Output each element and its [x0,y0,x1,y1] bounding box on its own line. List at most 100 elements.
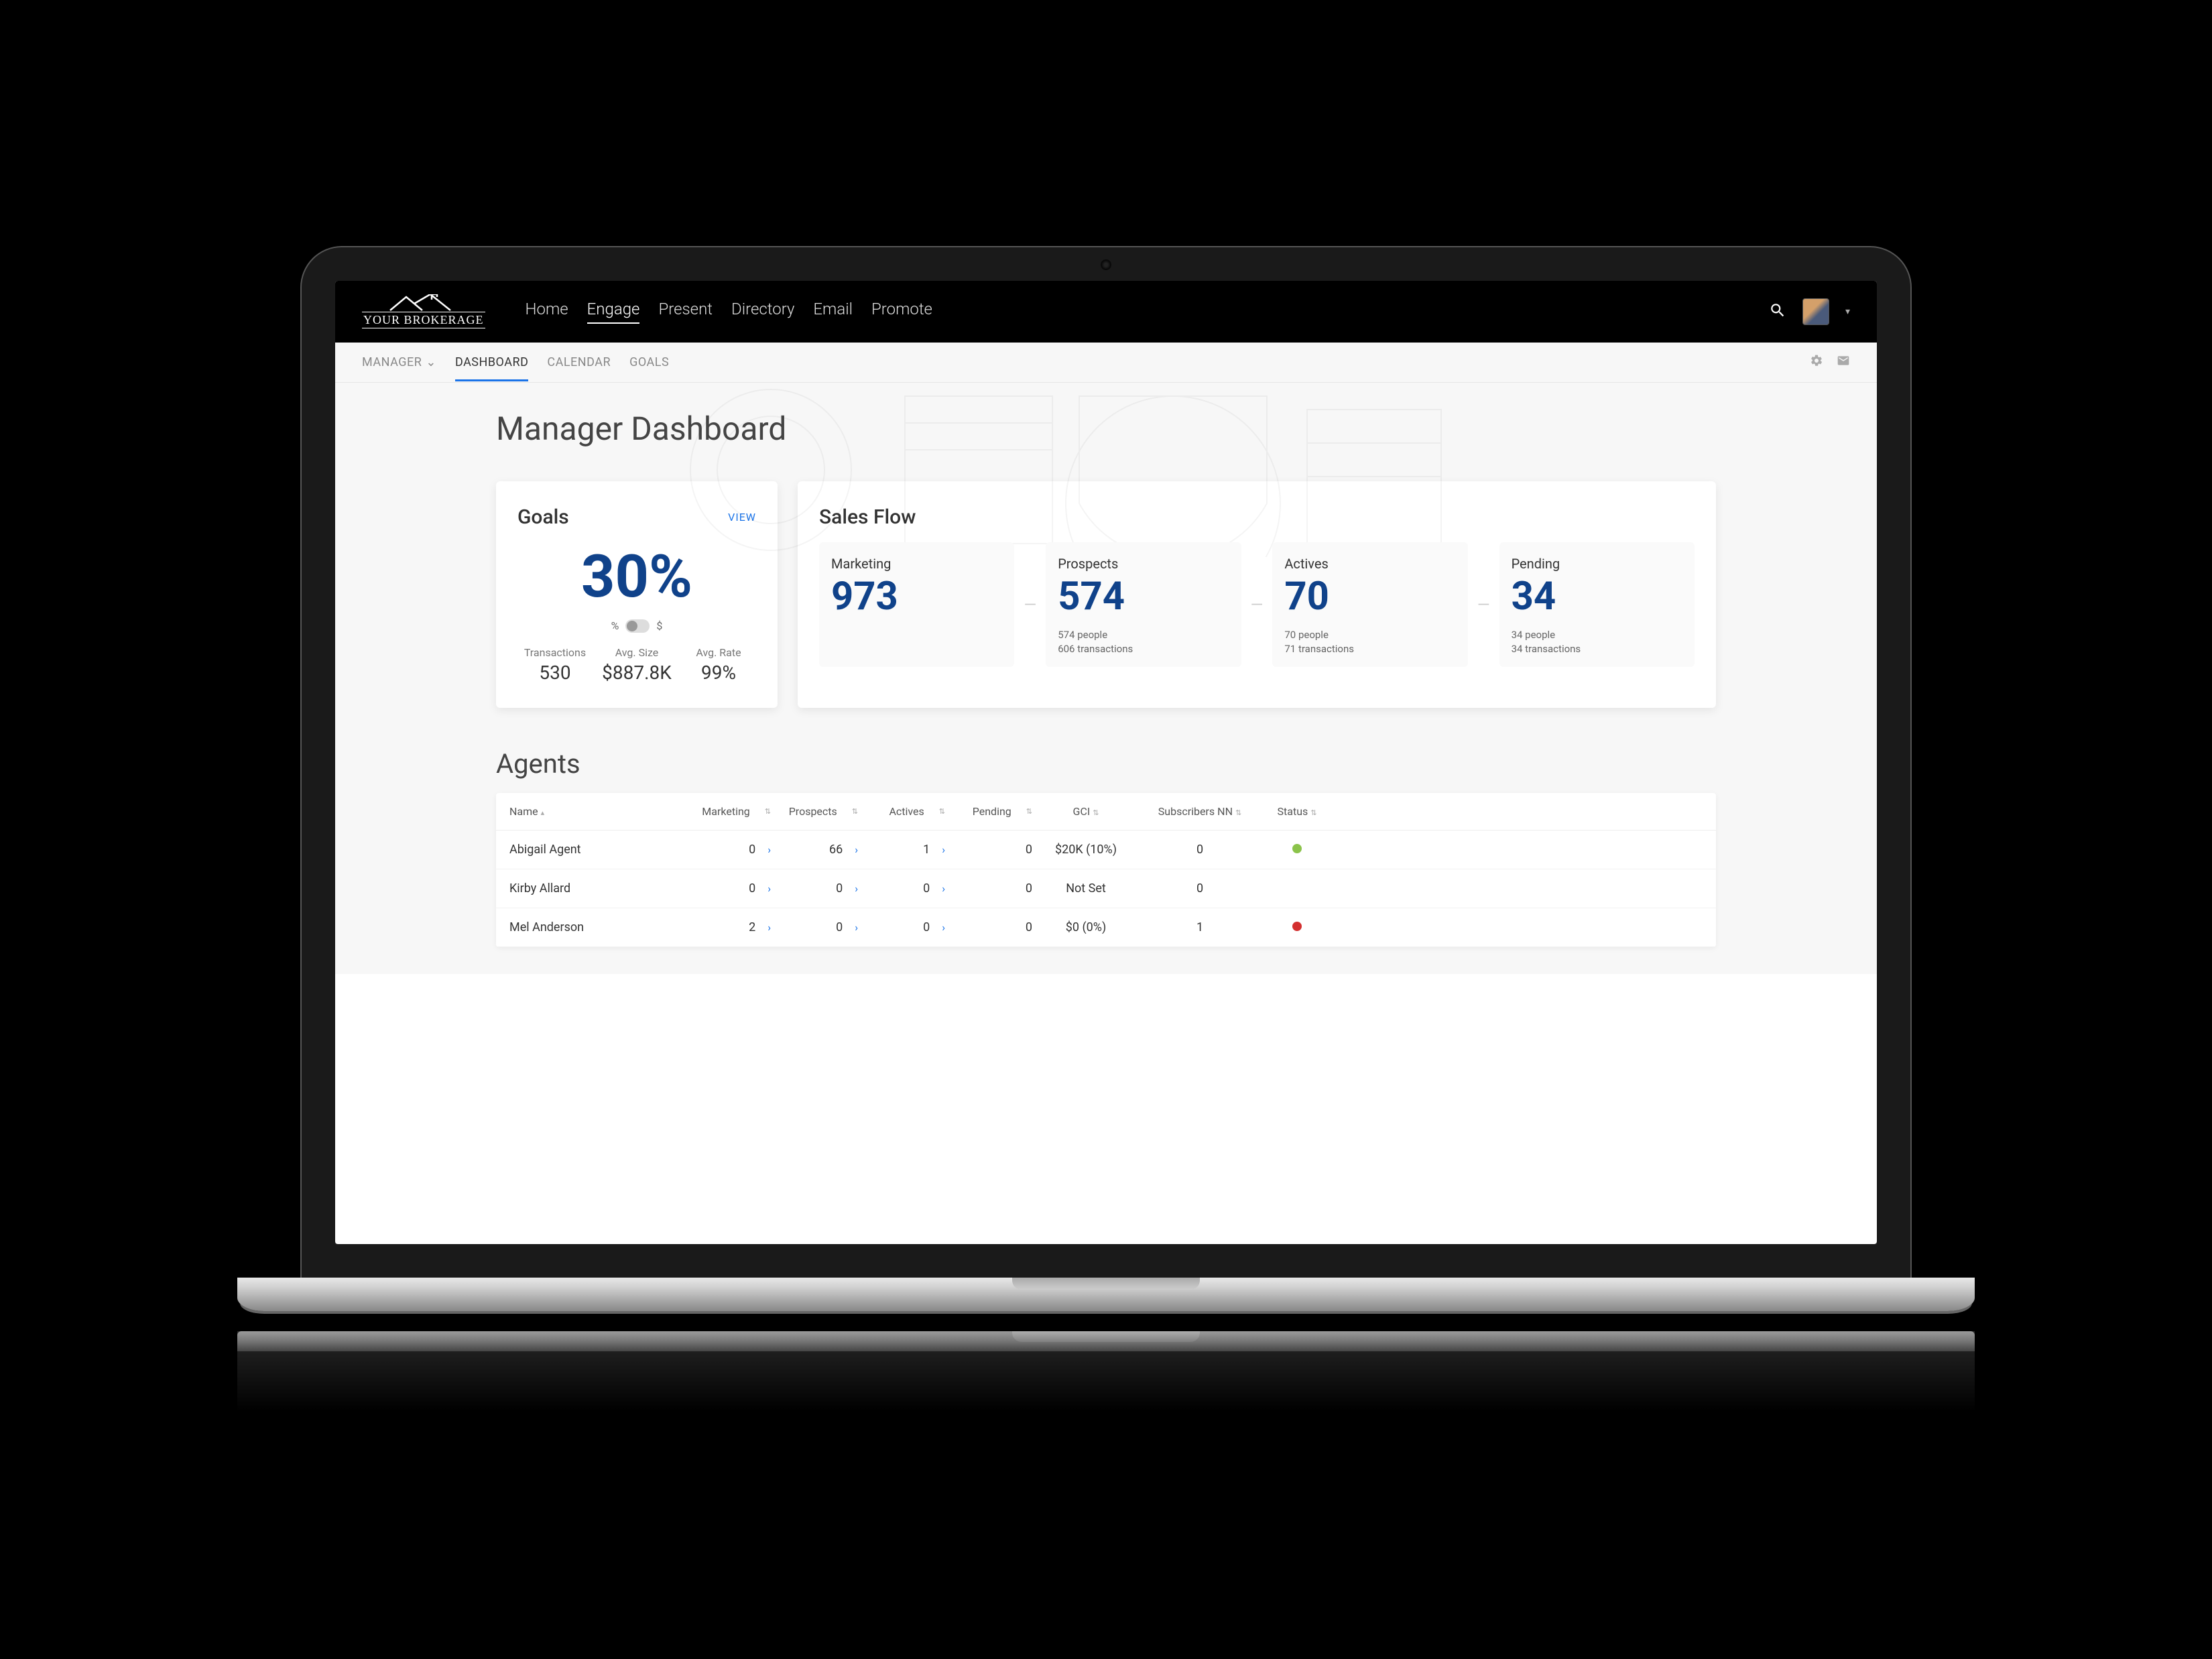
user-avatar[interactable] [1802,298,1829,325]
nav-present[interactable]: Present [658,300,713,324]
stat-value: 99% [681,662,756,684]
col-header-subscribers[interactable]: Subscribers NN⇅ [1140,805,1260,818]
flow-stage-marketing[interactable]: Marketing 973 [819,542,1014,667]
cell-value: 0 [923,881,930,896]
flow-value: 34 [1512,577,1682,616]
user-menu-caret-icon[interactable]: ▾ [1845,306,1850,317]
primary-nav: Home Engage Present Directory Email Prom… [526,300,932,324]
stat-value: 530 [517,662,593,684]
flow-separator-icon: — [1251,542,1264,667]
nav-directory[interactable]: Directory [731,300,794,324]
table-row[interactable]: Kirby Allard 0› 0› 0› 0 Not Set 0 [496,869,1716,908]
sort-icon: ▴ [541,808,545,817]
flow-stage-actives[interactable]: Actives 70 70 people 71 transactions [1272,542,1467,667]
cell-value: 0 [1026,920,1032,934]
top-bar: YOUR BROKERAGE Home Engage Present Direc… [335,281,1877,343]
flow-sub: 574 people 606 transactions [1058,628,1229,656]
stat-value: $887.8K [599,662,674,684]
col-header-prospects[interactable]: Prospects⇅ [771,805,858,818]
flow-separator-icon: — [1024,542,1036,667]
flow-stage-pending[interactable]: Pending 34 34 people 34 transactions [1499,542,1695,667]
cell-value: 1 [923,843,930,857]
stat-label: Avg. Rate [681,646,756,659]
cell-value: $20K (10%) [1032,843,1140,857]
settings-icon[interactable] [1810,354,1823,371]
cell-value: 0 [749,881,755,896]
agents-table-header: Name▴ Marketing⇅ Prospects⇅ Actives⇅ Pen… [496,793,1716,831]
col-header-actives[interactable]: Actives⇅ [858,805,945,818]
search-icon[interactable] [1769,302,1786,322]
brand-name: YOUR BROKERAGE [362,312,485,328]
sort-icon: ⇅ [852,807,858,816]
col-header-marketing[interactable]: Marketing⇅ [684,805,771,818]
sort-icon: ⇅ [1026,807,1032,816]
subnav-manager-label: MANAGER [362,355,422,369]
goals-stat-avg-rate: Avg. Rate 99% [681,646,756,684]
subnav-goals[interactable]: GOALS [629,343,669,381]
app-window: YOUR BROKERAGE Home Engage Present Direc… [335,281,1877,1245]
flow-label: Actives [1284,556,1455,572]
laptop-notch [1012,1278,1200,1290]
table-row[interactable]: Abigail Agent 0› 66› 1› 0 $20K (10%) 0 [496,831,1716,869]
sort-icon: ⇅ [765,807,771,816]
agents-title: Agents [496,748,1716,780]
nav-home[interactable]: Home [526,300,568,324]
flow-label: Pending [1512,556,1682,572]
cell-value: Not Set [1032,881,1140,896]
percent-dollar-toggle[interactable] [625,619,650,633]
flow-value: 574 [1058,577,1229,616]
chevron-down-icon: ⌄ [426,355,436,369]
agent-name: Kirby Allard [509,881,684,896]
flow-value: 973 [831,577,1002,616]
sort-icon: ⇅ [939,807,945,816]
subnav-manager-dropdown[interactable]: MANAGER ⌄ [362,343,436,381]
col-header-name[interactable]: Name▴ [509,805,684,818]
col-header-pending[interactable]: Pending⇅ [945,805,1032,818]
agents-table: Name▴ Marketing⇅ Prospects⇅ Actives⇅ Pen… [496,793,1716,947]
col-header-gci[interactable]: GCI⇅ [1032,805,1140,818]
sub-nav: MANAGER ⌄ DASHBOARD CALENDAR GOALS [335,343,1877,383]
cell-value: 0 [1140,843,1260,857]
main-content: Manager Dashboard Goals VIEW 30% % $ [335,383,1877,974]
flow-separator-icon: — [1477,542,1490,667]
nav-promote[interactable]: Promote [871,300,932,324]
status-dot-icon [1292,844,1302,853]
cell-value: 0 [923,920,930,934]
cell-value: $0 (0%) [1032,920,1140,934]
flow-value: 70 [1284,577,1455,616]
logo-roof-icon [383,294,464,312]
nav-engage[interactable]: Engage [587,300,640,324]
flow-label: Marketing [831,556,1002,572]
laptop-mockup: YOUR BROKERAGE Home Engage Present Direc… [302,247,1910,1412]
laptop-reflection [237,1331,1975,1412]
sort-icon: ⇅ [1310,808,1316,817]
cell-value: 2 [749,920,755,934]
goals-stat-transactions: Transactions 530 [517,646,593,684]
sort-icon: ⇅ [1235,808,1241,817]
cell-value: 0 [749,843,755,857]
cell-value: 0 [836,881,843,896]
mail-icon[interactable] [1837,354,1850,371]
flow-label: Prospects [1058,556,1229,572]
toggle-dollar-label: $ [656,619,662,632]
col-header-status[interactable]: Status⇅ [1260,805,1334,818]
cell-value: 66 [829,843,843,857]
sort-icon: ⇅ [1093,808,1099,817]
laptop-base [237,1278,1975,1311]
laptop-camera [1102,261,1110,269]
table-row[interactable]: Mel Anderson 2› 0› 0› 0 $0 (0%) 1 [496,908,1716,947]
toggle-percent-label: % [611,619,619,632]
flow-stage-prospects[interactable]: Prospects 574 574 people 606 transaction… [1046,542,1241,667]
subnav-calendar[interactable]: CALENDAR [547,343,611,381]
cell-value: 0 [1026,843,1032,857]
agent-name: Abigail Agent [509,843,684,857]
decorative-pattern [335,383,1877,557]
brand-logo[interactable]: YOUR BROKERAGE [362,294,485,328]
flow-sub: 70 people 71 transactions [1284,628,1455,656]
subnav-dashboard[interactable]: DASHBOARD [455,343,528,381]
cell-value: 0 [836,920,843,934]
nav-email[interactable]: Email [813,300,853,324]
cell-value: 0 [1026,881,1032,896]
agent-name: Mel Anderson [509,920,684,934]
stat-label: Transactions [517,646,593,659]
